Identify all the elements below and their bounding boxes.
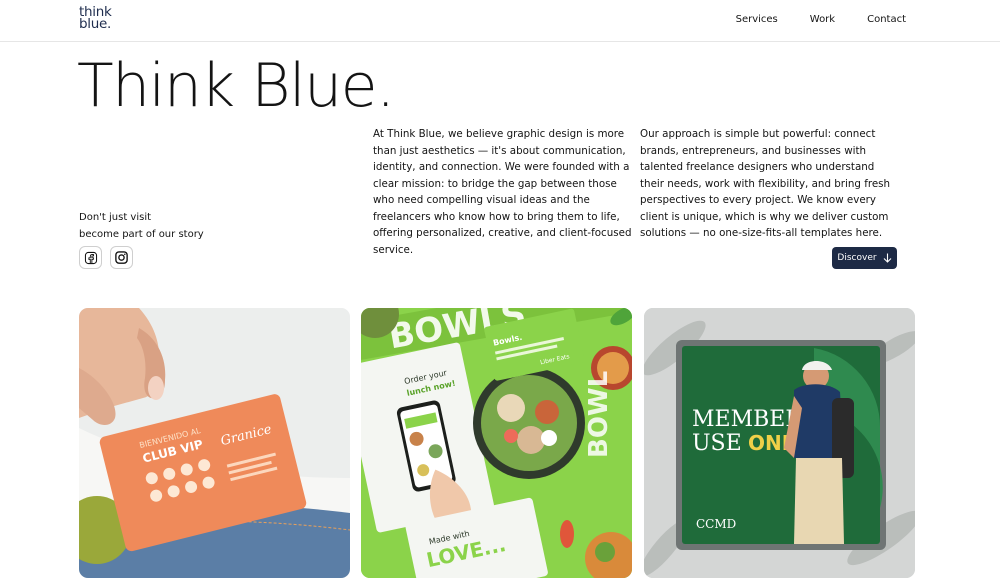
tagline-line-1: Don't just visit bbox=[79, 212, 152, 223]
instagram-button[interactable] bbox=[110, 246, 133, 269]
discover-button[interactable]: Discover bbox=[832, 247, 897, 269]
about-paragraph-1: At Think Blue, we believe graphic design… bbox=[373, 128, 632, 256]
tagline-line-2: become part of our story bbox=[79, 229, 204, 240]
use-text: USE bbox=[692, 431, 742, 456]
member-card-image: MEMBER USE ONLY CCMD bbox=[644, 308, 915, 578]
club-vip-card-image: BIENVENIDO AL CLUB VIP Granice bbox=[79, 308, 350, 578]
tagline: Don't just visit become part of our stor… bbox=[79, 209, 204, 243]
page-title: Think Blue. bbox=[77, 51, 395, 121]
member-text: MEMBER bbox=[692, 407, 803, 432]
facebook-button[interactable] bbox=[79, 246, 102, 269]
nav-contact[interactable]: Contact bbox=[867, 14, 906, 25]
portfolio-card-club-vip[interactable]: BIENVENIDO AL CLUB VIP Granice bbox=[79, 308, 350, 578]
about-paragraph-2: Our approach is simple but powerful: con… bbox=[640, 128, 891, 239]
social-links bbox=[79, 246, 133, 269]
logo-line-2: blue. bbox=[79, 16, 111, 32]
facebook-icon bbox=[84, 251, 97, 264]
main-nav: Services Work Contact bbox=[736, 14, 906, 25]
site-header: think blue. Services Work Contact bbox=[0, 0, 1000, 42]
nav-services[interactable]: Services bbox=[736, 14, 778, 25]
discover-label: Discover bbox=[837, 253, 877, 263]
portfolio-card-member-use-only[interactable]: MEMBER USE ONLY CCMD bbox=[644, 308, 915, 578]
arrow-down-icon bbox=[883, 253, 891, 263]
instagram-icon bbox=[115, 251, 128, 264]
svg-text:BOWL: BOWL bbox=[584, 371, 614, 458]
bowls-card-image: BOWLS Order your lunch now! BOWL Bowls. … bbox=[361, 308, 632, 578]
nav-work[interactable]: Work bbox=[810, 14, 835, 25]
portfolio-card-bowls[interactable]: BOWLS Order your lunch now! BOWL Bowls. … bbox=[361, 308, 632, 578]
ccmd-brand: CCMD bbox=[696, 517, 736, 531]
think-blue-logo[interactable]: think blue. bbox=[79, 5, 112, 32]
